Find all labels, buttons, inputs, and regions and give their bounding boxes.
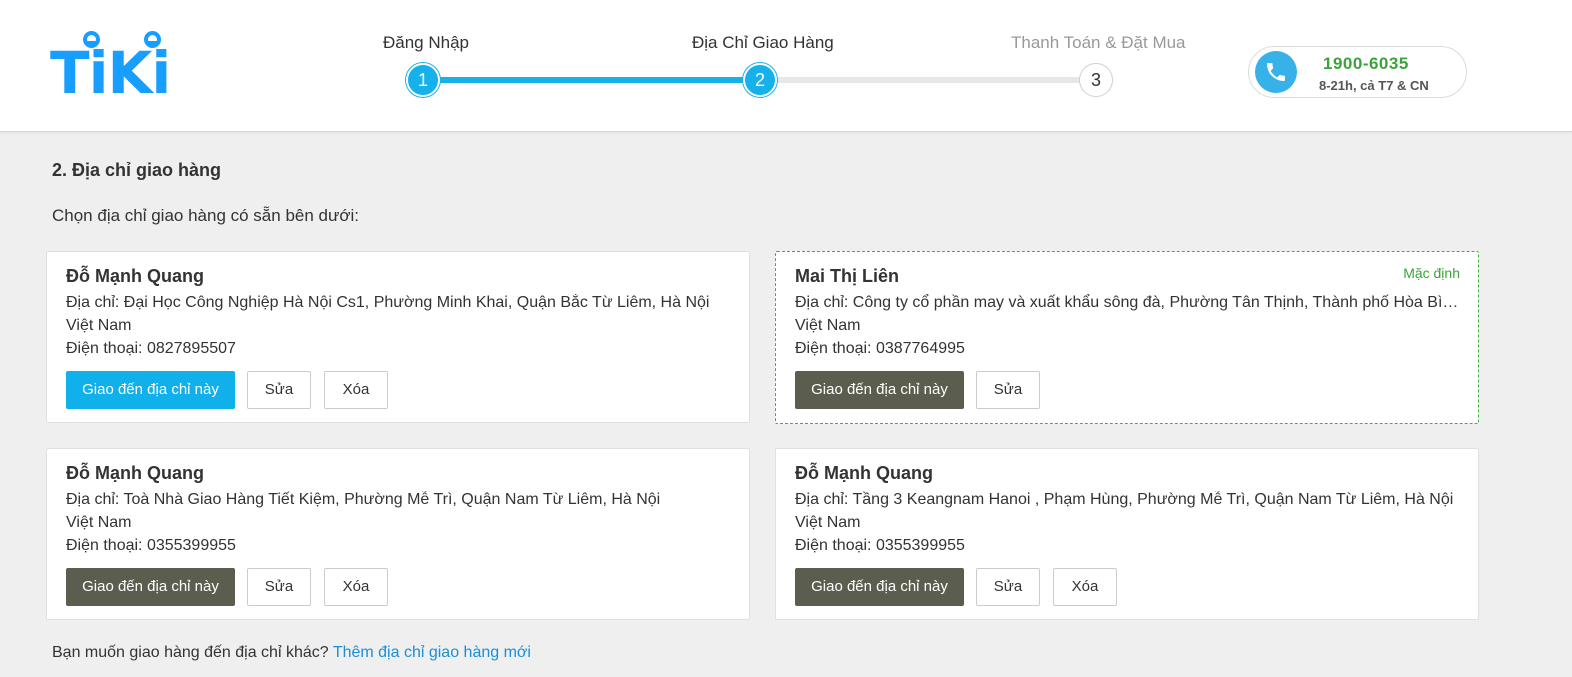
address-line: Địa chỉ: Tầng 3 Keangnam Hanoi , Phạm Hù… (795, 491, 1454, 508)
step-3-label: Thanh Toán & Đặt Mua (1011, 33, 1186, 52)
country-line: Việt Nam (66, 514, 132, 531)
recipient-name: Mai Thị Liên (795, 266, 900, 286)
step-1-dot: 1 (406, 63, 440, 97)
phone-line: Điện thoại: 0827895507 (66, 340, 236, 357)
add-address-prompt: Bạn muốn giao hàng đến địa chỉ khác? Thê… (52, 644, 531, 662)
edit-button[interactable]: Sửa (976, 371, 1040, 409)
country-line: Việt Nam (795, 317, 861, 334)
add-new-address-link[interactable]: Thêm địa chỉ giao hàng mới (333, 644, 531, 661)
delete-button[interactable]: Xóa (324, 371, 388, 409)
hotline-box[interactable]: 1900-6035 8-21h, cả T7 & CN (1248, 46, 1467, 98)
recipient-name: Đỗ Mạnh Quang (66, 266, 204, 286)
ship-here-button[interactable]: Giao đến địa chỉ này (66, 568, 235, 606)
recipient-name: Đỗ Mạnh Quang (795, 463, 933, 483)
progress-track-done (424, 77, 762, 83)
address-card: Đỗ Mạnh Quang Địa chỉ: Tầng 3 Keangnam H… (775, 448, 1479, 620)
default-badge: Mặc định (1403, 265, 1460, 281)
step-3-dot: 3 (1079, 63, 1113, 97)
hotline-number: 1900-6035 (1323, 54, 1409, 73)
page-subtitle: Chọn địa chỉ giao hàng có sẵn bên dưới: (52, 206, 360, 225)
address-card-default: Mai Thị Liên Mặc định Địa chỉ: Công ty c… (775, 251, 1479, 424)
edit-button[interactable]: Sửa (247, 371, 311, 409)
delete-button[interactable]: Xóa (1053, 568, 1117, 606)
logo-text: TiKi (50, 39, 171, 107)
edit-button[interactable]: Sửa (247, 568, 311, 606)
recipient-name: Đỗ Mạnh Quang (66, 463, 204, 483)
phone-icon (1255, 51, 1297, 93)
progress-track-pending (762, 77, 1096, 83)
add-address-text: Bạn muốn giao hàng đến địa chỉ khác? (52, 644, 329, 661)
address-line: Địa chỉ: Toà Nhà Giao Hàng Tiết Kiệm, Ph… (66, 491, 661, 508)
country-line: Việt Nam (66, 317, 132, 334)
ship-here-button[interactable]: Giao đến địa chỉ này (795, 371, 964, 409)
step-2-label: Địa Chỉ Giao Hàng (692, 33, 834, 52)
phone-line: Điện thoại: 0355399955 (66, 537, 236, 554)
step-2-dot: 2 (743, 63, 777, 97)
address-card: Đỗ Mạnh Quang Địa chỉ: Đại Học Công Nghi… (46, 251, 750, 423)
hotline-hours: 8-21h, cả T7 & CN (1319, 78, 1429, 93)
ship-here-button[interactable]: Giao đến địa chỉ này (795, 568, 964, 606)
address-line: Địa chỉ: Công ty cổ phần may và xuất khẩ… (795, 294, 1459, 311)
address-card: Đỗ Mạnh Quang Địa chỉ: Toà Nhà Giao Hàng… (46, 448, 750, 620)
ship-here-button[interactable]: Giao đến địa chỉ này (66, 371, 235, 409)
tiki-logo[interactable]: TiKi (50, 28, 171, 110)
delete-button[interactable]: Xóa (324, 568, 388, 606)
address-line: Địa chỉ: Đại Học Công Nghiệp Hà Nội Cs1,… (66, 294, 710, 311)
step-1-label: Đăng Nhập (383, 33, 470, 52)
phone-line: Điện thoại: 0355399955 (795, 537, 965, 554)
page-title: 2. Địa chỉ giao hàng (52, 160, 222, 180)
country-line: Việt Nam (795, 514, 861, 531)
edit-button[interactable]: Sửa (976, 568, 1040, 606)
phone-line: Điện thoại: 0387764995 (795, 340, 965, 357)
header: TiKi Đăng Nhập Địa Chỉ Giao Hàng Thanh T… (0, 0, 1572, 132)
